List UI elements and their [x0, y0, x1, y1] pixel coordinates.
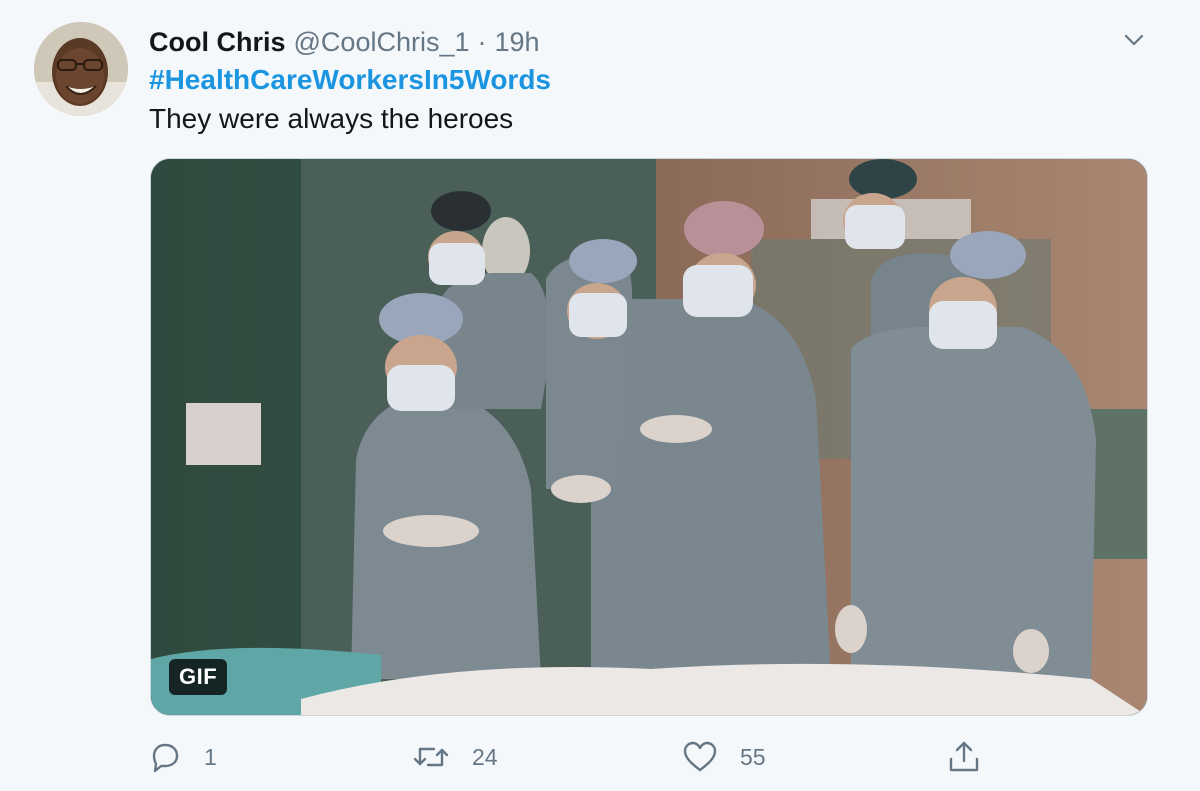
header-separator: · [477, 26, 487, 57]
tweet-timestamp[interactable]: 19h [495, 27, 540, 58]
reply-button[interactable]: 1 [148, 735, 217, 779]
tweet-actions: 1 24 55 [0, 735, 1200, 779]
share-icon [946, 739, 982, 775]
chevron-down-icon [1124, 34, 1144, 46]
author-name[interactable]: Cool Chris [149, 27, 286, 58]
author-handle[interactable]: @CoolChris_1 [294, 27, 470, 58]
gif-frame-image [151, 159, 1147, 715]
gif-media[interactable]: GIF [150, 158, 1148, 716]
like-count: 55 [740, 743, 766, 770]
hashtag-link[interactable]: #HealthCareWorkersIn5Words [149, 64, 551, 96]
tweet-card[interactable]: Cool Chris @CoolChris_1 · 19h #HealthCar… [0, 0, 1200, 791]
tweet-header: Cool Chris @CoolChris_1 · 19h [149, 24, 540, 60]
like-button[interactable]: 55 [682, 735, 766, 779]
tweet-menu-button[interactable] [1118, 24, 1150, 56]
reply-count: 1 [204, 743, 217, 770]
share-button[interactable] [946, 735, 1004, 779]
retweet-count: 24 [472, 743, 498, 770]
retweet-icon [412, 740, 450, 774]
heart-icon [682, 740, 718, 774]
gif-badge: GIF [169, 659, 228, 695]
retweet-button[interactable]: 24 [412, 735, 498, 779]
tweet-text: They were always the heroes [149, 103, 514, 134]
reply-icon [148, 740, 182, 774]
avatar-image [34, 22, 128, 116]
avatar[interactable] [34, 22, 128, 116]
